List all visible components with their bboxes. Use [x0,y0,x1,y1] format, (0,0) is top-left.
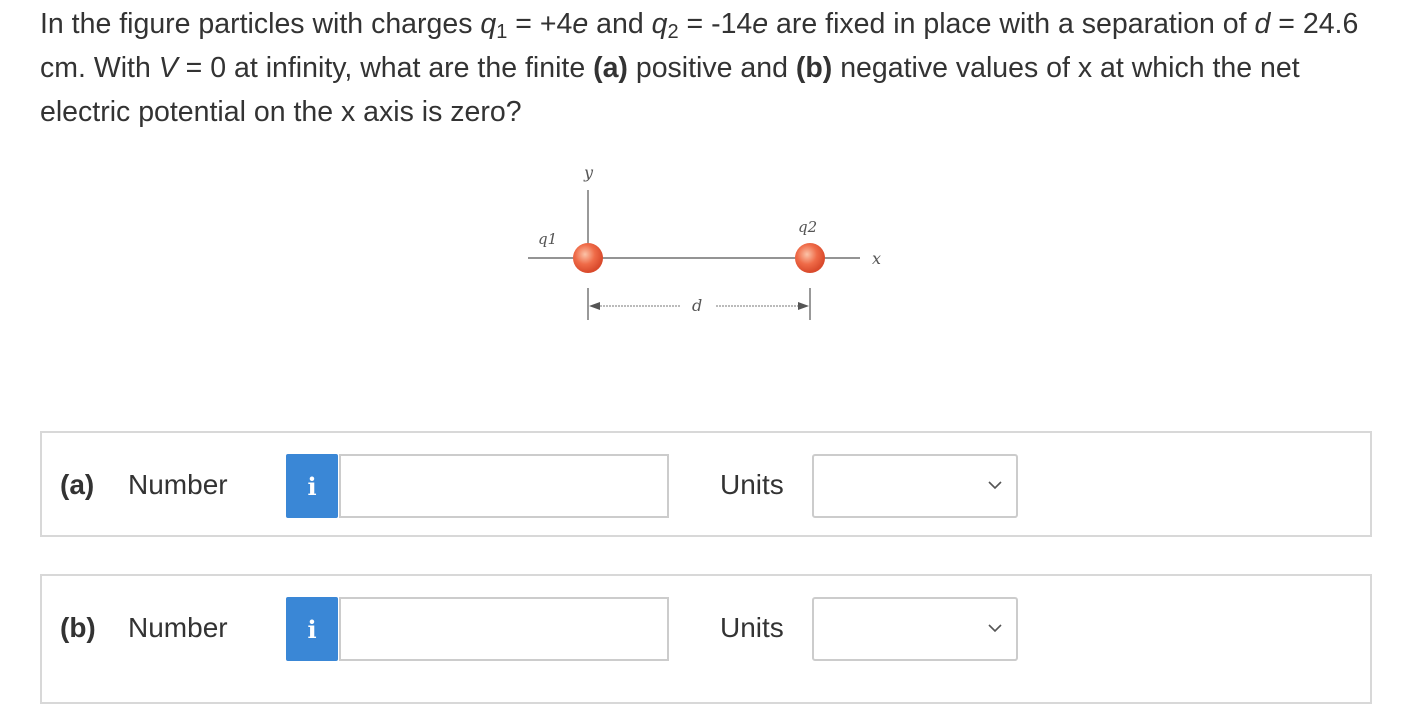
units-label-b: Units [720,612,784,643]
q-text-1: In the figure particles with charges [40,8,481,40]
number-input-b[interactable] [339,597,669,661]
d-arrow-right [798,302,809,310]
info-icon-a[interactable]: i [286,454,338,518]
number-label-a: Number [128,469,228,500]
q2-subscript: 2 [667,21,679,43]
e-symbol-2: e [752,8,769,40]
d-symbol: d [1254,8,1271,40]
y-axis-label: y [583,163,594,182]
part-a-bold: (a) [593,52,628,84]
q1-subscript: 1 [496,21,508,43]
charge-q1 [573,243,603,273]
number-label-b: Number [128,612,228,643]
info-icon-b[interactable]: i [286,597,338,661]
q1-symbol: q [480,8,497,40]
answer-row-b: (b) Number i Units [40,574,1372,704]
q-text-8: positive and [627,52,796,84]
units-select-b[interactable] [812,597,1018,661]
question-text: In the figure particles with charges q1 … [40,2,1390,134]
part-a-label: (a) [60,469,95,500]
charge-figure: y x q1 q2 d [520,160,900,330]
d-arrow-left [589,302,600,310]
v-symbol: V [158,52,178,84]
charge-diagram: y x q1 q2 d [528,163,881,320]
chevron-down-icon [988,624,1002,633]
q-text-4: = -14 [678,8,753,40]
answer-row-a: (a) Number i Units [40,431,1372,537]
charge-q2 [795,243,825,273]
x-axis-label: x [872,249,881,268]
part-b-bold: (b) [795,52,833,84]
part-b-label: (b) [60,612,96,643]
e-symbol-1: e [572,8,589,40]
number-input-a[interactable] [339,454,669,518]
q-text-5: are fixed in place with a separation of [768,8,1255,40]
chevron-down-icon [988,481,1002,490]
q-text-7: = 0 at infinity, what are the finite [177,52,594,84]
q-text-2: = +4 [507,8,573,40]
q1-label: q1 [538,230,557,248]
d-label: d [692,296,702,315]
units-select-a[interactable] [812,454,1018,518]
q2-label: q2 [798,218,817,236]
q-text-3: and [588,8,652,40]
units-label-a: Units [720,469,784,500]
q2-symbol: q [651,8,668,40]
